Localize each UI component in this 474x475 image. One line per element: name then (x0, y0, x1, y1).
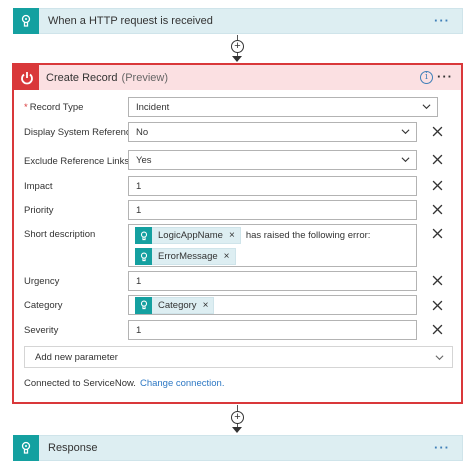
action-more-button[interactable]: ··· (437, 69, 453, 84)
close-icon[interactable] (432, 275, 443, 286)
display-refs-label: Display System References (24, 127, 141, 138)
severity-label: Severity (24, 325, 59, 336)
response-card[interactable]: Response ··· (13, 435, 463, 461)
close-icon[interactable] (432, 324, 443, 335)
create-record-card: Create Record (Preview) i ··· * Record Ty… (12, 63, 463, 404)
response-title: Response (48, 442, 98, 454)
remove-token-icon[interactable]: × (224, 251, 230, 262)
exclude-links-dropdown[interactable]: Yes (128, 150, 417, 170)
severity-input[interactable]: 1 (128, 320, 417, 340)
token-logicappname[interactable]: LogicAppName × (135, 227, 241, 244)
add-new-parameter-dropdown[interactable]: Add new parameter (24, 346, 453, 368)
record-type-dropdown[interactable]: Incident (128, 97, 438, 117)
arrow-down-icon (232, 427, 242, 433)
response-icon (13, 435, 39, 461)
connection-footer: Connected to ServiceNow. Change connectio… (24, 378, 225, 389)
add-step-plus-icon[interactable]: + (231, 411, 244, 424)
category-label: Category (24, 300, 63, 311)
token-icon (135, 296, 152, 314)
priority-input[interactable]: 1 (128, 200, 417, 220)
impact-label: Impact (24, 181, 53, 192)
token-category[interactable]: Category × (135, 296, 215, 314)
trigger-card[interactable]: When a HTTP request is received ··· (13, 8, 463, 34)
chevron-down-icon (401, 129, 410, 135)
exclude-links-label: Exclude Reference Links (24, 156, 130, 167)
close-icon[interactable] (432, 180, 443, 191)
close-icon[interactable] (432, 228, 443, 239)
urgency-label: Urgency (24, 276, 60, 287)
token-errormessage[interactable]: ErrorMessage × (135, 248, 236, 265)
priority-label: Priority (24, 205, 54, 216)
info-icon[interactable]: i (420, 71, 433, 84)
create-record-title: Create Record (46, 71, 118, 84)
record-type-label: * Record Type (24, 102, 84, 113)
close-icon[interactable] (432, 300, 443, 311)
close-icon[interactable] (432, 204, 443, 215)
impact-input[interactable]: 1 (128, 176, 417, 196)
http-trigger-icon (13, 8, 39, 34)
preview-label: (Preview) (121, 71, 168, 84)
create-record-header[interactable]: Create Record (Preview) i ··· (14, 65, 461, 90)
close-icon[interactable] (432, 126, 443, 137)
chevron-down-icon (435, 355, 444, 361)
trigger-title: When a HTTP request is received (48, 15, 213, 27)
token-icon (135, 248, 152, 265)
short-description-label: Short description (24, 229, 96, 240)
remove-token-icon[interactable]: × (203, 300, 209, 311)
response-more-button[interactable]: ··· (434, 440, 450, 455)
chevron-down-icon (401, 157, 410, 163)
category-input[interactable]: Category × (128, 295, 417, 315)
arrow-down-icon (232, 56, 242, 62)
trigger-more-button[interactable]: ··· (434, 13, 450, 28)
display-refs-dropdown[interactable]: No (128, 122, 417, 142)
servicenow-power-icon (14, 65, 39, 90)
remove-token-icon[interactable]: × (229, 230, 235, 241)
chevron-down-icon (422, 104, 431, 110)
close-icon[interactable] (432, 154, 443, 165)
urgency-input[interactable]: 1 (128, 271, 417, 291)
change-connection-link[interactable]: Change connection. (140, 378, 225, 389)
add-step-plus-icon[interactable]: + (231, 40, 244, 53)
short-description-input[interactable]: LogicAppName × has raised the following … (128, 224, 417, 267)
token-icon (135, 227, 152, 244)
